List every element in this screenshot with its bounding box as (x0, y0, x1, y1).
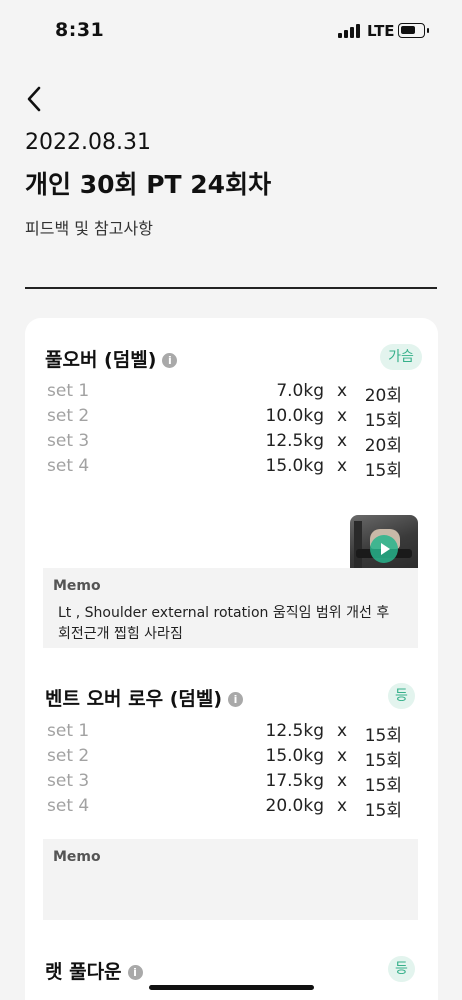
info-icon[interactable]: i (162, 353, 178, 368)
set-reps: 20회 (364, 436, 402, 456)
set-weight: 12.5kg (265, 431, 325, 451)
info-icon[interactable]: i (228, 692, 244, 707)
set-row: set 2 10.0kg x 15회 (45, 406, 405, 431)
back-button[interactable] (26, 86, 50, 112)
status-bar: 8:31 LTE (0, 0, 462, 60)
set-label: set 1 (47, 721, 90, 741)
battery-icon (398, 23, 429, 38)
status-time: 8:31 (55, 19, 105, 41)
set-multiplier: x (337, 771, 348, 791)
set-label: set 1 (47, 381, 90, 401)
info-icon[interactable]: i (127, 965, 143, 980)
memo-text: Lt , Shoulder external rotation 움직임 범위 개… (58, 603, 408, 645)
page-title: 개인 30회 PT 24회차 (25, 170, 272, 199)
set-label: set 2 (47, 746, 90, 766)
set-weight: 7.0kg (276, 381, 324, 401)
body-part-tag: 등 (388, 683, 415, 709)
set-label: set 4 (47, 796, 90, 816)
exercise-name: 랫 풀다운 (45, 961, 122, 983)
set-weight: 17.5kg (265, 771, 325, 791)
set-multiplier: x (337, 381, 348, 401)
exercise-card: 풀오버 (덤벨) i 가슴 set 1 7.0kg x 20회 set 2 10.… (25, 318, 438, 1000)
set-row: set 1 12.5kg x 15회 (45, 721, 405, 746)
set-multiplier: x (337, 796, 348, 816)
set-weight: 15.0kg (265, 746, 325, 766)
signal-icon (338, 24, 362, 38)
body-part-tag: 가슴 (380, 344, 422, 370)
set-row: set 4 15.0kg x 15회 (45, 456, 405, 481)
memo-label: Memo (53, 849, 101, 865)
set-multiplier: x (337, 746, 348, 766)
set-multiplier: x (337, 456, 348, 476)
set-reps: 15회 (364, 461, 402, 481)
set-label: set 3 (47, 431, 90, 451)
set-multiplier: x (337, 431, 348, 451)
set-reps: 15회 (364, 776, 402, 796)
set-row: set 2 15.0kg x 15회 (45, 746, 405, 771)
set-row: set 1 7.0kg x 20회 (45, 381, 405, 406)
memo-label: Memo (53, 578, 101, 594)
set-weight: 10.0kg (265, 406, 325, 426)
exercise-name: 벤트 오버 로우 (덤벨) (45, 688, 223, 710)
memo-line: 회전근개 찝힘 사라짐 (58, 626, 183, 642)
set-label: set 2 (47, 406, 90, 426)
set-multiplier: x (337, 406, 348, 426)
set-reps: 15회 (364, 726, 402, 746)
set-reps: 15회 (364, 751, 402, 771)
set-reps: 15회 (364, 411, 402, 431)
body-part-tag: 등 (388, 956, 415, 982)
exercise-name: 풀오버 (덤벨) (45, 349, 157, 371)
exercise-title: 랫 풀다운 i (45, 957, 143, 984)
section-label: 피드백 및 참고사항 (25, 219, 153, 238)
exercise-title: 풀오버 (덤벨) i (45, 345, 178, 372)
set-reps: 20회 (364, 386, 402, 406)
set-label: set 4 (47, 456, 90, 476)
set-reps: 15회 (364, 801, 402, 821)
play-icon (370, 535, 398, 563)
set-multiplier: x (337, 721, 348, 741)
home-indicator (149, 985, 314, 990)
set-row: set 3 17.5kg x 15회 (45, 771, 405, 796)
set-weight: 20.0kg (265, 796, 325, 816)
set-weight: 12.5kg (265, 721, 325, 741)
divider (25, 287, 437, 289)
set-row: set 4 20.0kg x 15회 (45, 796, 405, 821)
memo-box: Memo Lt , Shoulder external rotation 움직임… (43, 568, 418, 648)
network-label: LTE (367, 22, 395, 40)
set-row: set 3 12.5kg x 20회 (45, 431, 405, 456)
session-date: 2022.08.31 (25, 130, 151, 155)
chevron-left-icon (27, 86, 41, 112)
memo-line: Lt , Shoulder external rotation 움직임 범위 개… (58, 605, 390, 621)
memo-box: Memo (43, 839, 418, 920)
exercise-title: 벤트 오버 로우 (덤벨) i (45, 684, 244, 711)
set-weight: 15.0kg (265, 456, 325, 476)
set-label: set 3 (47, 771, 90, 791)
